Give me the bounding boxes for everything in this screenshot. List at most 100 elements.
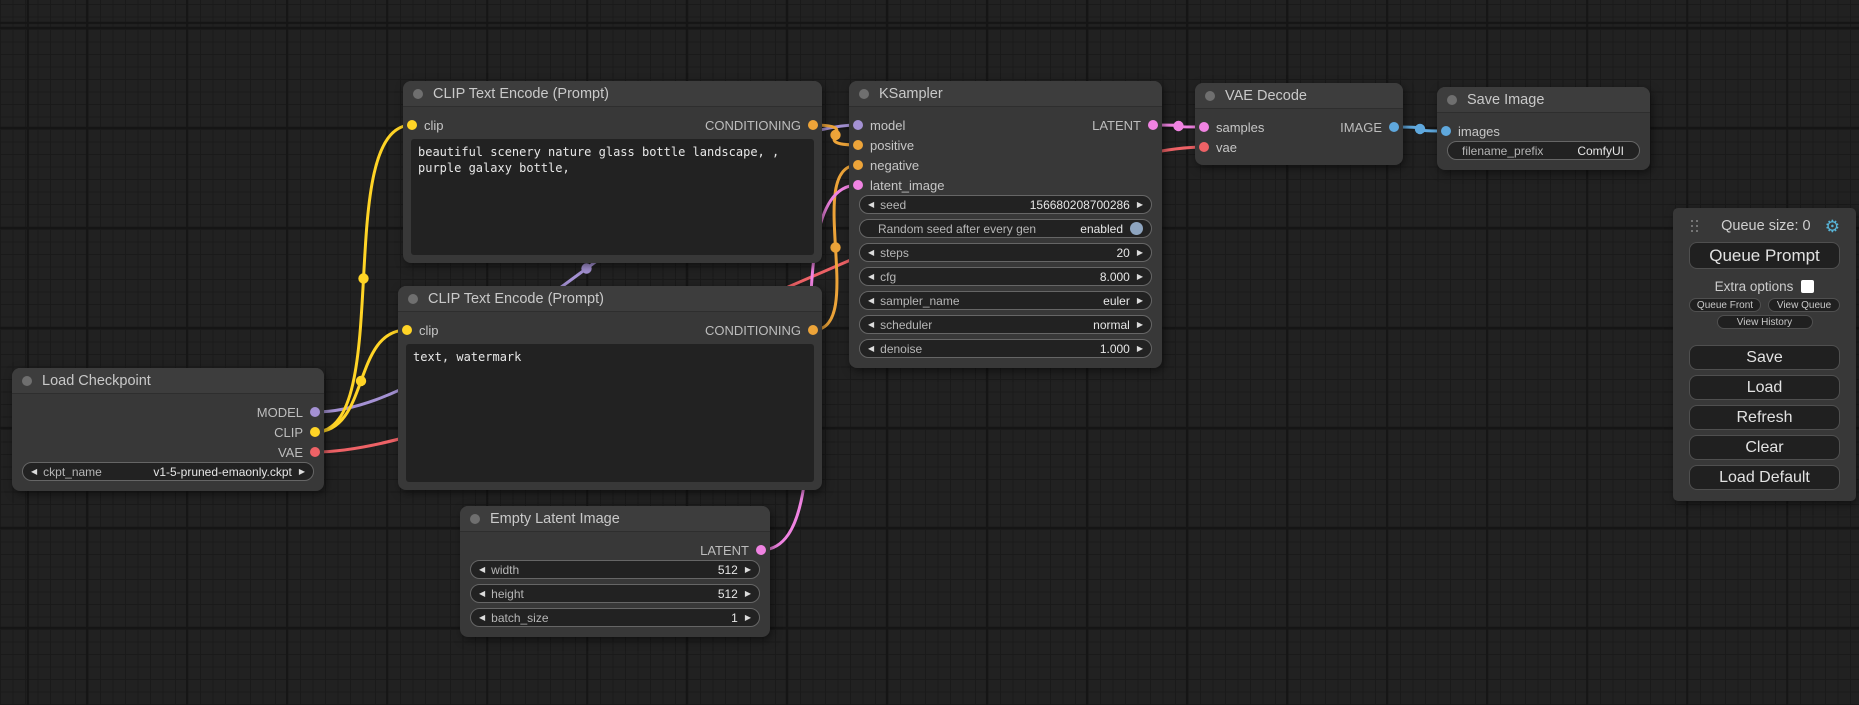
widget-denoise[interactable]: ◀denoise1.000▶ xyxy=(859,339,1152,358)
increment-arrow-icon[interactable]: ▶ xyxy=(299,468,305,476)
increment-arrow-icon[interactable]: ▶ xyxy=(1137,321,1143,329)
toggle-knob-icon[interactable] xyxy=(1130,222,1143,235)
widget-seed[interactable]: ◀seed156680208700286▶ xyxy=(859,195,1152,214)
collapse-dot-icon[interactable] xyxy=(413,89,423,99)
increment-arrow-icon[interactable]: ▶ xyxy=(745,614,751,622)
output-port-VAE-icon[interactable] xyxy=(310,447,320,457)
input-port-model-icon[interactable] xyxy=(853,120,863,130)
input-label-clip: clip xyxy=(424,118,444,133)
drag-handle-icon[interactable] xyxy=(1691,220,1693,222)
widget-sampler_name[interactable]: ◀sampler_nameeuler▶ xyxy=(859,291,1152,310)
decrement-arrow-icon[interactable]: ◀ xyxy=(868,345,874,353)
input-port-clip-icon[interactable] xyxy=(407,120,417,130)
input-port-images-icon[interactable] xyxy=(1441,126,1451,136)
collapse-dot-icon[interactable] xyxy=(859,89,869,99)
input-port-latent_image-icon[interactable] xyxy=(853,180,863,190)
prompt-textarea[interactable] xyxy=(411,139,814,255)
collapse-dot-icon[interactable] xyxy=(22,376,32,386)
increment-arrow-icon[interactable]: ▶ xyxy=(745,566,751,574)
decrement-arrow-icon[interactable]: ◀ xyxy=(479,590,485,598)
collapse-dot-icon[interactable] xyxy=(1205,91,1215,101)
io-row: modelLATENT xyxy=(849,115,1162,135)
node-header[interactable]: CLIP Text Encode (Prompt) xyxy=(398,286,822,312)
input-port-vae-icon[interactable] xyxy=(1199,142,1209,152)
io-row: MODEL xyxy=(12,402,324,422)
input-port-clip-icon[interactable] xyxy=(402,325,412,335)
output-port-IMAGE-icon[interactable] xyxy=(1389,122,1399,132)
node-header[interactable]: VAE Decode xyxy=(1195,83,1403,109)
node-clip_positive[interactable]: CLIP Text Encode (Prompt)clipCONDITIONIN… xyxy=(403,81,822,263)
decrement-arrow-icon[interactable]: ◀ xyxy=(868,249,874,257)
decrement-arrow-icon[interactable]: ◀ xyxy=(868,321,874,329)
node-ksampler[interactable]: KSamplermodelLATENTpositivenegativelaten… xyxy=(849,81,1162,368)
increment-arrow-icon[interactable]: ▶ xyxy=(1137,297,1143,305)
increment-arrow-icon[interactable]: ▶ xyxy=(1137,249,1143,257)
node-title: KSampler xyxy=(879,86,943,102)
widget-width[interactable]: ◀width512▶ xyxy=(470,560,760,579)
collapse-dot-icon[interactable] xyxy=(470,514,480,524)
output-port-LATENT-icon[interactable] xyxy=(756,545,766,555)
clear-button[interactable]: Clear xyxy=(1689,435,1840,460)
node-header[interactable]: Empty Latent Image xyxy=(460,506,770,532)
input-label-negative: negative xyxy=(870,158,919,173)
output-port-CONDITIONING-icon[interactable] xyxy=(808,325,818,335)
input-port-samples-icon[interactable] xyxy=(1199,122,1209,132)
node-empty_latent[interactable]: Empty Latent ImageLATENT◀width512▶◀heigh… xyxy=(460,506,770,637)
decrement-arrow-icon[interactable]: ◀ xyxy=(868,201,874,209)
graph-canvas[interactable]: Load CheckpointMODELCLIPVAE◀ckpt_namev1-… xyxy=(0,0,1859,705)
output-port-LATENT-icon[interactable] xyxy=(1148,120,1158,130)
widget-batch_size[interactable]: ◀batch_size1▶ xyxy=(470,608,760,627)
node-header[interactable]: Load Checkpoint xyxy=(12,368,324,394)
input-port-positive-icon[interactable] xyxy=(853,140,863,150)
widget-scheduler[interactable]: ◀schedulernormal▶ xyxy=(859,315,1152,334)
widget-steps[interactable]: ◀steps20▶ xyxy=(859,243,1152,262)
increment-arrow-icon[interactable]: ▶ xyxy=(1137,345,1143,353)
load-default-button[interactable]: Load Default xyxy=(1689,465,1840,490)
widget-random-seed-after-every-gen[interactable]: Random seed after every genenabled xyxy=(859,219,1152,238)
node-header[interactable]: CLIP Text Encode (Prompt) xyxy=(403,81,822,107)
extra-options-checkbox[interactable] xyxy=(1801,280,1814,293)
decrement-arrow-icon[interactable]: ◀ xyxy=(31,468,37,476)
widget-label: seed xyxy=(880,198,906,212)
io-row: latent_image xyxy=(849,175,1162,195)
load-button[interactable]: Load xyxy=(1689,375,1840,400)
node-clip_negative[interactable]: CLIP Text Encode (Prompt)clipCONDITIONIN… xyxy=(398,286,822,490)
save-button[interactable]: Save xyxy=(1689,345,1840,370)
node-header[interactable]: KSampler xyxy=(849,81,1162,107)
widget-filename_prefix[interactable]: filename_prefixComfyUI xyxy=(1447,141,1640,160)
output-port-CLIP-icon[interactable] xyxy=(310,427,320,437)
widget-value: 1 xyxy=(731,611,738,625)
queue-front-button[interactable]: Queue Front xyxy=(1689,298,1761,312)
refresh-button[interactable]: Refresh xyxy=(1689,405,1840,430)
input-port-negative-icon[interactable] xyxy=(853,160,863,170)
node-save_image[interactable]: Save Imageimagesfilename_prefixComfyUI xyxy=(1437,87,1650,170)
widget-value: normal xyxy=(1093,318,1130,332)
decrement-arrow-icon[interactable]: ◀ xyxy=(479,566,485,574)
increment-arrow-icon[interactable]: ▶ xyxy=(1137,273,1143,281)
view-queue-button[interactable]: View Queue xyxy=(1768,298,1840,312)
node-load_checkpoint[interactable]: Load CheckpointMODELCLIPVAE◀ckpt_namev1-… xyxy=(12,368,324,491)
queue-prompt-button[interactable]: Queue Prompt xyxy=(1689,242,1840,269)
widget-value: 8.000 xyxy=(1100,270,1130,284)
increment-arrow-icon[interactable]: ▶ xyxy=(1137,201,1143,209)
widget-cfg[interactable]: ◀cfg8.000▶ xyxy=(859,267,1152,286)
node-header[interactable]: Save Image xyxy=(1437,87,1650,113)
widget-label: Random seed after every gen xyxy=(878,222,1036,236)
widget-ckpt_name[interactable]: ◀ckpt_namev1-5-pruned-emaonly.ckpt▶ xyxy=(22,462,314,481)
queue-size-label: Queue size: 0 xyxy=(1721,218,1810,234)
output-port-MODEL-icon[interactable] xyxy=(310,407,320,417)
prompt-textarea[interactable] xyxy=(406,344,814,482)
output-label-VAE: VAE xyxy=(278,445,303,460)
output-port-CONDITIONING-icon[interactable] xyxy=(808,120,818,130)
node-vae_decode[interactable]: VAE DecodesamplesIMAGEvae xyxy=(1195,83,1403,165)
view-history-button[interactable]: View History xyxy=(1717,315,1813,329)
gear-icon[interactable]: ⚙ xyxy=(1825,218,1840,235)
increment-arrow-icon[interactable]: ▶ xyxy=(745,590,751,598)
decrement-arrow-icon[interactable]: ◀ xyxy=(479,614,485,622)
decrement-arrow-icon[interactable]: ◀ xyxy=(868,297,874,305)
decrement-arrow-icon[interactable]: ◀ xyxy=(868,273,874,281)
output-label-MODEL: MODEL xyxy=(257,405,303,420)
collapse-dot-icon[interactable] xyxy=(408,294,418,304)
collapse-dot-icon[interactable] xyxy=(1447,95,1457,105)
widget-height[interactable]: ◀height512▶ xyxy=(470,584,760,603)
